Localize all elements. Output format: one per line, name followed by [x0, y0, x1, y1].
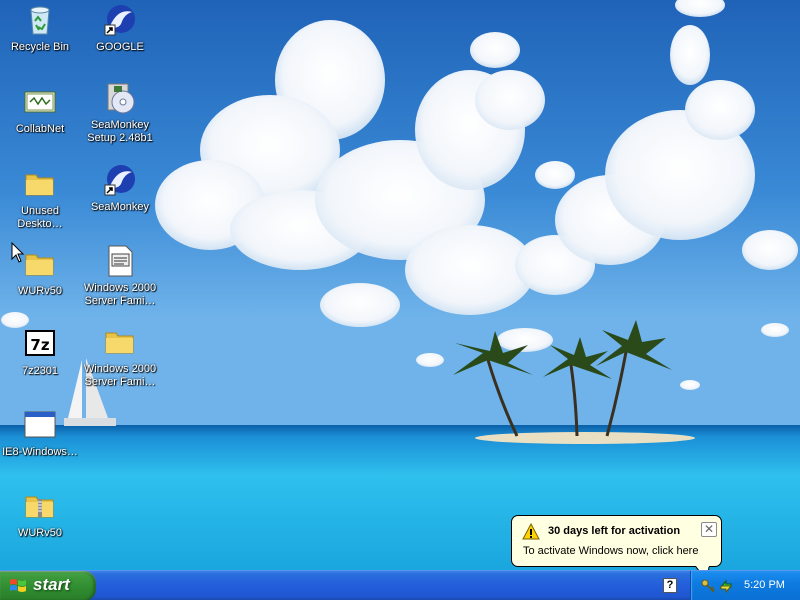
clock[interactable]: 5:20 PM	[744, 579, 785, 591]
desktop-icon-windows-2000-folder[interactable]: Windows 2000 Server Fami…	[80, 326, 160, 406]
start-label: start	[33, 575, 70, 594]
seamonkey-shortcut-icon	[104, 5, 135, 36]
seamonkey-shortcut-icon	[104, 165, 135, 196]
text-document-icon	[108, 245, 133, 277]
desktop-icon-label: SeaMonkey Setup 2.48b1	[87, 119, 153, 144]
start-button[interactable]: start	[0, 571, 96, 600]
svg-text:7z: 7z	[30, 336, 49, 354]
system-tray: 5:20 PM	[690, 571, 800, 600]
desktop-icon-label: Recycle Bin	[10, 41, 70, 53]
folder-icon	[25, 174, 54, 196]
activation-balloon[interactable]: 30 days left for activation To activate …	[511, 515, 722, 570]
desktop-icon-wurv50-zip[interactable]: WURv50	[0, 490, 80, 570]
desktop-icon-label: WURv50	[17, 527, 62, 539]
network-arrows-icon[interactable]	[718, 578, 734, 594]
desktop-icon-seamonkey[interactable]: SeaMonkey	[80, 164, 160, 244]
balloon-close-button[interactable]: ✕	[701, 522, 717, 537]
desktop-icon-seamonkey-setup[interactable]: SeaMonkey Setup 2.48b1	[80, 82, 160, 162]
desktop-icon-label: WURv50	[17, 285, 62, 297]
mouse-cursor-icon	[11, 242, 25, 263]
zip-folder-icon	[25, 496, 54, 518]
balloon-title: 30 days left for activation	[548, 525, 681, 537]
desktop[interactable]: Recycle Bin GOOGLE CollabNet SeaMonkey S…	[0, 0, 800, 570]
desktop-icon-label: IE8-Windows…	[2, 446, 78, 458]
desktop-icon-unused-desktop[interactable]: Unused Deskto…	[0, 168, 80, 248]
island	[475, 432, 695, 444]
desktop-icon-label: CollabNet	[15, 123, 65, 135]
desktop-icon-label: Unused Deskto…	[17, 205, 63, 230]
application-window-icon	[24, 411, 56, 438]
desktop-icon-ie8-windows[interactable]: IE8-Windows…	[0, 409, 80, 489]
desktop-icon-7z2301[interactable]: 7z 7z2301	[0, 328, 80, 408]
desktop-icon-label: Windows 2000 Server Fami…	[83, 282, 157, 307]
balloon-activate-link[interactable]: To activate Windows now, click here	[523, 545, 698, 557]
folder-icon	[25, 254, 54, 276]
help-icon[interactable]: ?	[663, 578, 677, 593]
folder-icon	[105, 332, 134, 354]
desktop-icon-collabnet[interactable]: CollabNet	[0, 86, 80, 166]
desktop-icon-label: Windows 2000 Server Fami…	[83, 363, 157, 388]
installer-cd-icon	[107, 83, 135, 114]
desktop-icon-label: 7z2301	[21, 365, 59, 377]
activation-keys-icon[interactable]	[700, 578, 716, 594]
windows-flag-icon	[10, 579, 26, 592]
7zip-icon: 7z	[25, 330, 55, 356]
collabnet-icon	[24, 91, 56, 113]
desktop-icon-google[interactable]: GOOGLE	[80, 4, 160, 84]
recycle-bin-icon	[30, 6, 50, 35]
desktop-icon-windows-2000-document[interactable]: Windows 2000 Server Fami…	[80, 245, 160, 325]
desktop-icon-recycle-bin[interactable]: Recycle Bin	[0, 4, 80, 84]
desktop-icon-label: SeaMonkey	[90, 201, 150, 213]
desktop-icon-label: GOOGLE	[96, 41, 144, 53]
taskbar[interactable]: start ? 5:20 PM	[0, 570, 800, 600]
warning-icon	[522, 523, 540, 540]
